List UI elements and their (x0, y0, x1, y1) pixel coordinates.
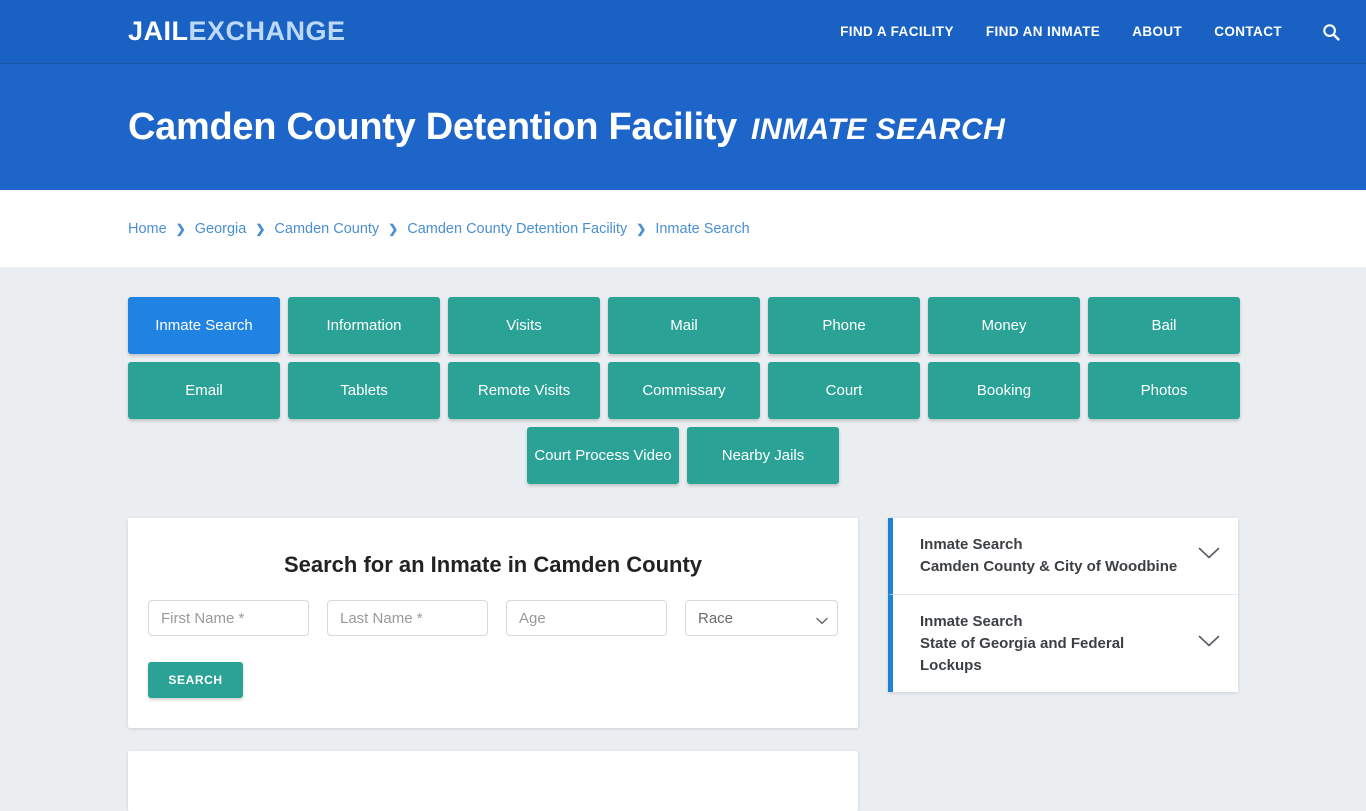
chevron-right-icon: ❯ (175, 221, 186, 236)
race-select-wrapper: Race (685, 600, 838, 636)
first-name-input[interactable] (148, 600, 309, 636)
last-name-input[interactable] (327, 600, 488, 636)
breadcrumb-bar: Home ❯ Georgia ❯ Camden County ❯ Camden … (0, 190, 1366, 267)
chevron-right-icon: ❯ (388, 221, 399, 236)
tab-photos[interactable]: Photos (1088, 362, 1240, 419)
search-card-title: Search for an Inmate in Camden County (283, 552, 703, 577)
page-title: Camden County Detention Facility (128, 105, 738, 148)
main-navigation: FIND A FACILITY FIND AN INMATE ABOUT CON… (840, 21, 1342, 43)
main-column: Search for an Inmate in Camden County Ra… (128, 518, 858, 811)
nav-contact[interactable]: CONTACT (1214, 24, 1282, 39)
site-logo[interactable]: JAILEXCHANGE (128, 16, 346, 47)
page-body: Inmate Search Information Visits Mail Ph… (0, 267, 1366, 811)
secondary-card (128, 751, 858, 811)
facility-tab-group: Inmate Search Information Visits Mail Ph… (128, 297, 1240, 484)
logo-part-jail: JAIL (128, 16, 189, 46)
breadcrumb: Home ❯ Georgia ❯ Camden County ❯ Camden … (128, 221, 750, 237)
site-header: JAILEXCHANGE FIND A FACILITY FIND AN INM… (0, 0, 1366, 64)
breadcrumb-item-home[interactable]: Home (128, 221, 167, 237)
breadcrumb-item-camden-county[interactable]: Camden County (274, 221, 379, 237)
tab-information[interactable]: Information (288, 297, 440, 354)
tab-row-2: Email Tablets Remote Visits Commissary C… (128, 362, 1240, 419)
tab-mail[interactable]: Mail (608, 297, 760, 354)
tab-bail[interactable]: Bail (1088, 297, 1240, 354)
breadcrumb-item-georgia[interactable]: Georgia (195, 221, 247, 237)
chevron-down-icon[interactable] (1198, 547, 1220, 565)
search-icon[interactable] (1320, 21, 1342, 43)
page-subtitle: INMATE SEARCH (751, 112, 1006, 146)
chevron-right-icon: ❯ (255, 221, 266, 236)
tab-row-3: Court Process Video Nearby Jails (128, 427, 1238, 484)
breadcrumb-item-facility[interactable]: Camden County Detention Facility (407, 221, 627, 237)
tab-email[interactable]: Email (128, 362, 280, 419)
search-submit-button[interactable]: SEARCH (148, 662, 243, 698)
tab-booking[interactable]: Booking (928, 362, 1080, 419)
chevron-down-icon[interactable] (1198, 635, 1220, 653)
accordion-item-state-subtitle: State of Georgia and Federal Lockups (920, 634, 1125, 674)
tab-remote-visits[interactable]: Remote Visits (448, 362, 600, 419)
content-columns: Search for an Inmate in Camden County Ra… (128, 518, 1238, 811)
hero-banner: Camden County Detention Facility INMATE … (0, 64, 1366, 190)
tab-money[interactable]: Money (928, 297, 1080, 354)
tab-court-process-video[interactable]: Court Process Video (527, 427, 679, 484)
nav-about[interactable]: ABOUT (1132, 24, 1182, 39)
logo-part-exchange: EXCHANGE (188, 16, 346, 46)
chevron-right-icon: ❯ (636, 221, 647, 236)
accordion-item-state-title: Inmate Search (920, 613, 1023, 630)
tab-commissary[interactable]: Commissary (608, 362, 760, 419)
sidebar-column: Inmate Search Camden County & City of Wo… (888, 518, 1238, 693)
nav-find-a-facility[interactable]: FIND A FACILITY (840, 24, 954, 39)
tab-phone[interactable]: Phone (768, 297, 920, 354)
tab-visits[interactable]: Visits (448, 297, 600, 354)
tab-tablets[interactable]: Tablets (288, 362, 440, 419)
race-select[interactable]: Race (685, 600, 838, 636)
age-input[interactable] (506, 600, 667, 636)
accordion-item-county[interactable]: Inmate Search Camden County & City of Wo… (888, 518, 1238, 594)
accordion-item-state[interactable]: Inmate Search State of Georgia and Feder… (888, 594, 1238, 693)
tab-inmate-search[interactable]: Inmate Search (128, 297, 280, 354)
inmate-search-accordion: Inmate Search Camden County & City of Wo… (888, 518, 1238, 693)
breadcrumb-item-inmate-search: Inmate Search (655, 220, 750, 237)
search-form-row: Race (148, 600, 838, 636)
tab-nearby-jails[interactable]: Nearby Jails (687, 427, 839, 484)
accordion-item-county-title: Inmate Search (920, 536, 1023, 554)
inmate-search-card: Search for an Inmate in Camden County Ra… (128, 518, 858, 728)
tab-court[interactable]: Court (768, 362, 920, 419)
nav-find-an-inmate[interactable]: FIND AN INMATE (986, 24, 1100, 39)
tab-row-1: Inmate Search Information Visits Mail Ph… (128, 297, 1240, 354)
accordion-item-county-subtitle: Camden County & City of Woodbine (920, 558, 1178, 575)
